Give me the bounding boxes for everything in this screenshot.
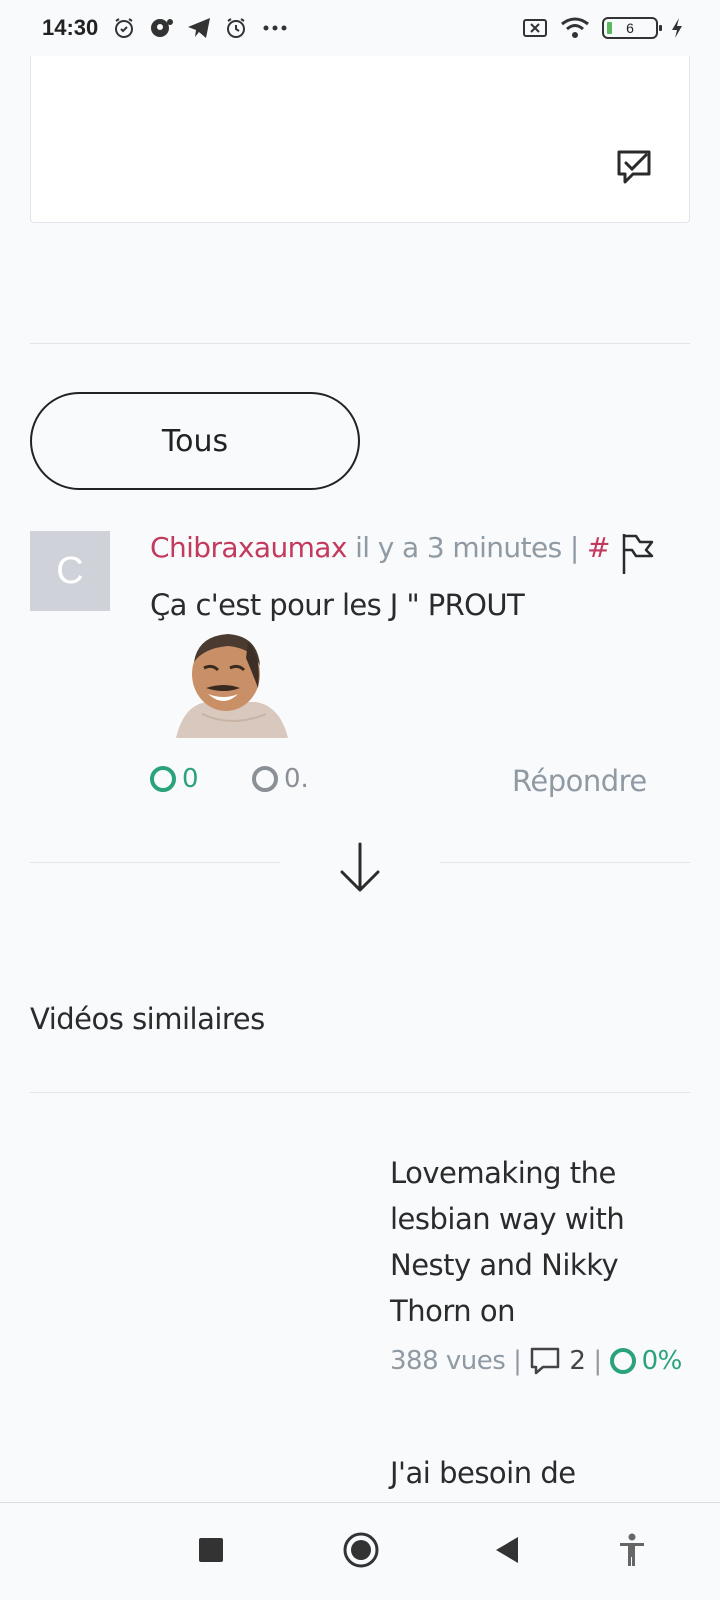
more-icon — [263, 25, 287, 31]
avatar: C — [30, 531, 110, 611]
comment-input-box[interactable] — [30, 40, 690, 223]
stats-separator: | — [593, 1346, 602, 1376]
home-button-icon[interactable] — [342, 1531, 380, 1569]
alarm-icon — [115, 18, 134, 38]
upvote-count: 0 — [182, 764, 199, 794]
video-comment-count: 2 — [569, 1346, 586, 1376]
back-button-icon[interactable] — [494, 1535, 520, 1565]
similar-videos-title: Vidéos similaires — [30, 1002, 265, 1036]
wifi-icon — [561, 17, 589, 38]
report-flag-icon[interactable] — [620, 532, 656, 576]
sim-off-icon — [523, 19, 547, 37]
status-notification-icons — [112, 16, 290, 40]
battery-icon: 6 — [602, 17, 662, 39]
battery-level: 6 — [626, 20, 634, 36]
system-nav-bar — [0, 1502, 720, 1600]
upvote-icon — [150, 766, 176, 792]
comment-time: il y a 3 minutes | — [346, 531, 587, 564]
video-title-link[interactable]: J'ai besoin de — [390, 1456, 576, 1490]
notification-icon — [151, 19, 174, 37]
video-rating-value: 0% — [641, 1346, 683, 1376]
divider — [30, 1092, 690, 1093]
charging-icon — [672, 18, 682, 38]
downvote-icon — [252, 766, 278, 792]
downvote-count: 0. — [284, 764, 309, 794]
alarm-icon — [227, 18, 246, 38]
recents-button-icon[interactable] — [198, 1537, 224, 1563]
divider — [440, 862, 690, 863]
video-views: 388 vues | — [390, 1346, 522, 1376]
status-system-icons: 6 — [522, 16, 684, 40]
arrow-down-icon[interactable] — [338, 840, 382, 896]
downvote-button[interactable]: 0. — [252, 764, 309, 794]
comment-meta: Chibraxaumax il y a 3 minutes | # — [150, 531, 610, 564]
comment-sticker-image — [176, 634, 288, 738]
status-time: 14:30 — [42, 15, 99, 40]
comment-submit-icon[interactable] — [613, 146, 655, 188]
reply-button[interactable]: Répondre — [512, 764, 647, 798]
comment-icon — [531, 1347, 560, 1375]
divider — [30, 862, 280, 863]
video-title-link[interactable]: Lovemaking the lesbian way with Nesty an… — [390, 1150, 690, 1334]
upvote-button[interactable]: 0 — [150, 764, 199, 794]
telegram-icon — [188, 18, 211, 38]
divider — [30, 343, 690, 344]
comment-permalink[interactable]: # — [587, 531, 610, 564]
rating-icon — [609, 1348, 636, 1374]
accessibility-icon[interactable] — [618, 1533, 646, 1567]
filter-all-button[interactable]: Tous — [30, 392, 360, 490]
video-rating: 0% — [609, 1346, 683, 1376]
status-bar: 14:30 6 — [0, 0, 720, 56]
video-stats: 388 vues | 2 | 0% — [390, 1346, 682, 1376]
comment-author-link[interactable]: Chibraxaumax — [150, 531, 347, 564]
comment-text: Ça c'est pour les J " PROUT — [150, 588, 525, 622]
